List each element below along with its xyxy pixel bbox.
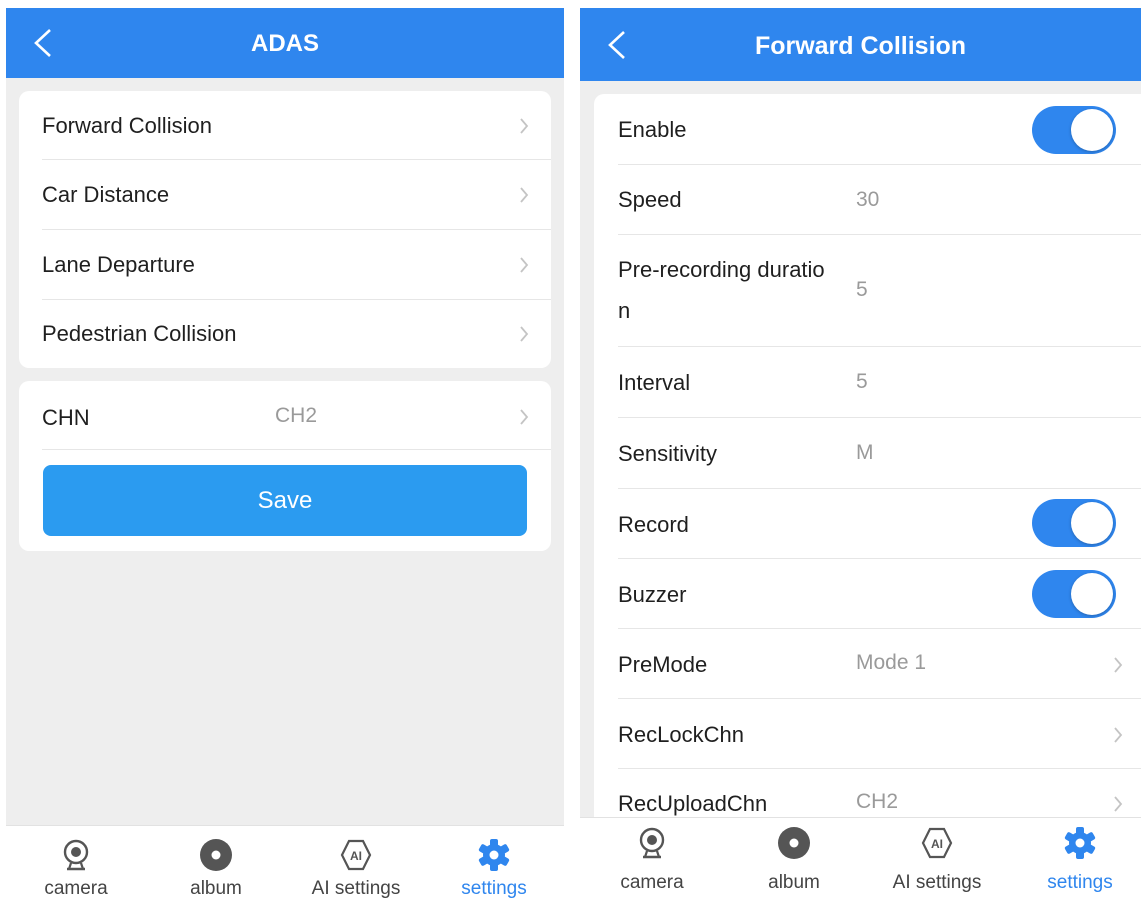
bottom-tab-bar: camera album AI AI settings settings [6, 825, 564, 902]
tab-ai-settings[interactable]: AI AI settings [867, 818, 1007, 902]
chevron-right-icon [1114, 657, 1123, 673]
ai-settings-icon: AI [340, 839, 372, 871]
setting-value: CH2 [856, 790, 899, 813]
forward-collision-screen: Forward Collision Enable Speed 30 Pre-re… [580, 8, 1141, 902]
chevron-right-icon [520, 409, 529, 425]
setting-value: M [856, 441, 874, 464]
save-button[interactable]: Save [43, 465, 527, 536]
setting-label: Buzzer [618, 582, 687, 607]
tab-camera[interactable]: camera [582, 818, 722, 902]
setting-label: RecUploadChn [618, 791, 768, 816]
tab-label: album [190, 878, 242, 899]
tab-album[interactable]: album [724, 818, 864, 902]
tab-label: settings [1047, 872, 1113, 893]
tab-settings[interactable]: settings [424, 826, 564, 902]
chn-label: CHN [42, 405, 90, 430]
setting-value: 30 [856, 188, 880, 211]
chevron-right-icon [520, 257, 529, 273]
album-icon [200, 839, 232, 871]
setting-row-pre-recording-duration[interactable]: Pre-recording duratio n 5 [594, 235, 1141, 347]
channel-card: CHN CH2 Save [19, 381, 551, 551]
adas-screen: ADAS Forward Collision Car Distance Lane… [6, 8, 564, 902]
menu-item-forward-collision[interactable]: Forward Collision [19, 91, 551, 160]
adas-header: ADAS [6, 8, 564, 78]
tab-label: album [768, 872, 820, 893]
setting-row-speed[interactable]: Speed 30 [594, 165, 1141, 235]
setting-value: 5 [856, 278, 868, 301]
adas-menu-card: Forward Collision Car Distance Lane Depa… [19, 91, 551, 368]
setting-row-interval[interactable]: Interval 5 [594, 347, 1141, 418]
setting-label: Pre-recording duratio [618, 257, 825, 282]
album-icon [778, 827, 810, 859]
setting-row-record: Record [594, 489, 1141, 559]
svg-text:AI: AI [350, 849, 362, 863]
svg-text:AI: AI [931, 837, 943, 851]
setting-row-buzzer: Buzzer [594, 559, 1141, 629]
chevron-right-icon [520, 118, 529, 134]
setting-row-reclockchn[interactable]: RecLockChn [594, 699, 1141, 769]
menu-item-label: Forward Collision [42, 113, 212, 138]
gear-icon [1064, 827, 1096, 859]
record-toggle[interactable] [1032, 499, 1116, 547]
tab-album[interactable]: album [146, 826, 286, 902]
tab-label: settings [461, 878, 527, 899]
setting-label-wrap: n [618, 298, 631, 323]
tab-camera[interactable]: camera [6, 826, 146, 902]
setting-value: 5 [856, 370, 868, 393]
setting-label: Record [618, 512, 689, 537]
menu-item-car-distance[interactable]: Car Distance [19, 160, 551, 230]
chn-value: CH2 [275, 404, 318, 427]
settings-card: Enable Speed 30 Pre-recording duratio n … [594, 94, 1141, 854]
tab-label: AI settings [892, 872, 982, 893]
tab-label: camera [44, 878, 108, 899]
menu-item-label: Lane Departure [42, 252, 195, 277]
camera-icon [63, 839, 89, 871]
menu-item-label: Pedestrian Collision [42, 321, 237, 346]
setting-label: Interval [618, 370, 691, 395]
enable-toggle[interactable] [1032, 106, 1116, 154]
menu-item-pedestrian-collision[interactable]: Pedestrian Collision [19, 300, 551, 368]
setting-label: Speed [618, 187, 682, 212]
tab-ai-settings[interactable]: AI AI settings [286, 826, 426, 902]
tab-label: camera [620, 872, 684, 893]
setting-label: Sensitivity [618, 441, 718, 466]
setting-label: RecLockChn [618, 722, 744, 747]
tab-label: AI settings [311, 878, 401, 899]
setting-row-enable: Enable [594, 94, 1141, 165]
forward-collision-header: Forward Collision [580, 8, 1141, 81]
gear-icon [478, 839, 510, 871]
chevron-right-icon [520, 187, 529, 203]
page-title: Forward Collision [754, 32, 967, 60]
menu-item-label: Car Distance [42, 182, 170, 207]
tab-settings[interactable]: settings [1010, 818, 1141, 902]
setting-value: Mode 1 [856, 651, 927, 674]
chevron-right-icon [520, 326, 529, 342]
setting-row-sensitivity[interactable]: Sensitivity M [594, 418, 1141, 489]
setting-label: PreMode [618, 652, 708, 677]
setting-row-premode[interactable]: PreMode Mode 1 [594, 629, 1141, 699]
chn-row[interactable]: CHN CH2 [19, 381, 551, 450]
setting-label: Enable [618, 117, 687, 142]
bottom-tab-bar: camera album AI AI settings settings [580, 817, 1141, 902]
buzzer-toggle[interactable] [1032, 570, 1116, 618]
chevron-right-icon [1114, 796, 1123, 812]
page-title: ADAS [250, 30, 319, 57]
camera-icon [639, 827, 665, 859]
chevron-right-icon [1114, 727, 1123, 743]
ai-settings-icon: AI [921, 827, 953, 859]
menu-item-lane-departure[interactable]: Lane Departure [19, 230, 551, 300]
